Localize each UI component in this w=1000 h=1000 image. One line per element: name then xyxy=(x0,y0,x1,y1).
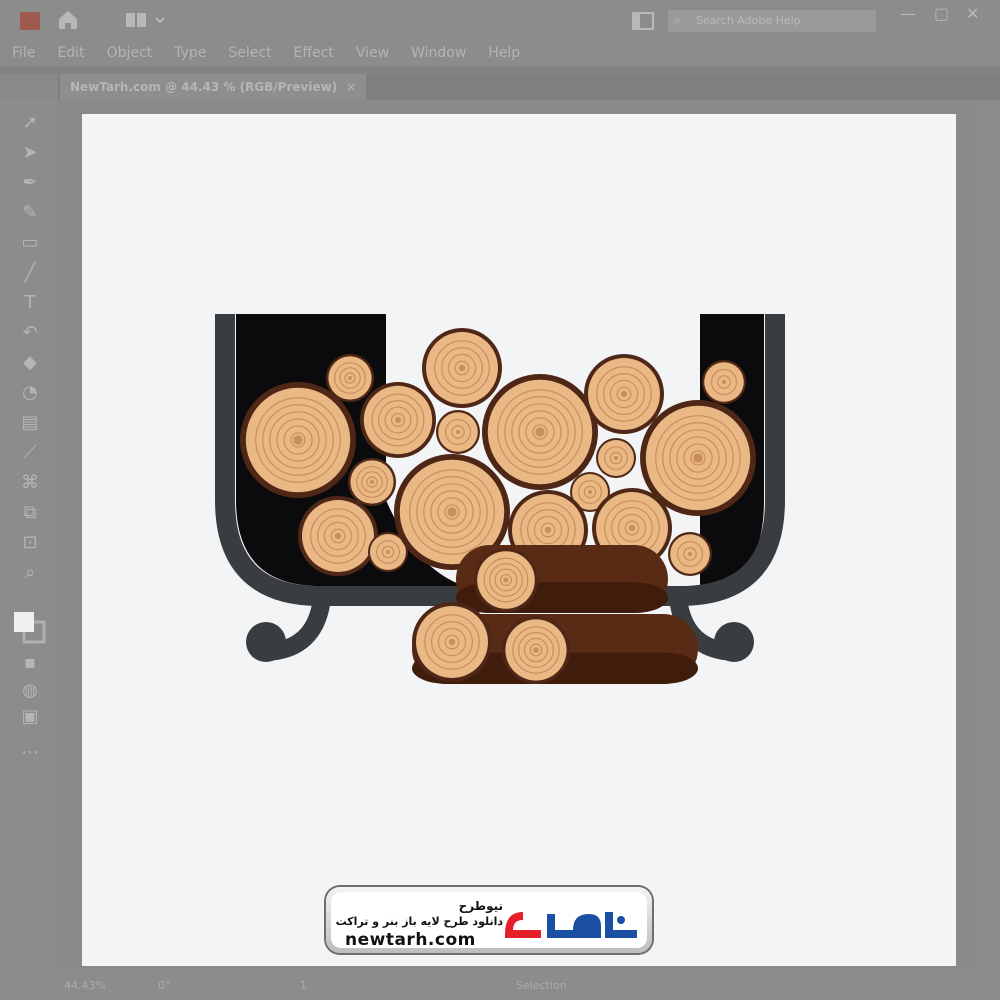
side-log-top-end xyxy=(474,548,538,612)
newtarh-logo-icon xyxy=(501,904,641,950)
side-log-bottom-end-1 xyxy=(412,602,492,682)
log-end-1 xyxy=(240,382,356,498)
log-end-7 xyxy=(584,354,664,434)
log-end-12 xyxy=(298,496,378,576)
side-log-bottom-end-2 xyxy=(502,616,570,684)
log-end-3 xyxy=(360,382,436,458)
basket-foot-ball-right xyxy=(714,622,754,662)
status-rotation[interactable]: 0° xyxy=(158,979,171,992)
log-end-11 xyxy=(348,458,396,506)
status-mode: Selection xyxy=(516,979,567,992)
log-end-8 xyxy=(596,438,636,478)
log-end-18 xyxy=(668,532,712,576)
watermark-plate: نیوطرح دانلود طرح لایه باز بنر و تراکت n… xyxy=(331,892,647,950)
basket-foot-ball-left xyxy=(246,622,286,662)
log-end-4 xyxy=(422,328,502,408)
log-end-10 xyxy=(702,360,746,404)
log-end-2 xyxy=(326,354,374,402)
watermark-tagline: دانلود طرح لایه باز بنر و تراکت xyxy=(335,915,503,928)
status-bar: 44.43% 0° 1 Selection xyxy=(0,970,1000,1000)
status-artboard[interactable]: 1 xyxy=(300,979,307,992)
watermark-brand: نیوطرح xyxy=(458,899,503,913)
firewood-basket-illustration xyxy=(215,314,785,684)
newtarh-watermark: نیوطرح دانلود طرح لایه باز بنر و تراکت n… xyxy=(326,887,652,953)
status-zoom[interactable]: 44.43% xyxy=(64,979,106,992)
watermark-url: newtarh.com xyxy=(345,930,476,950)
log-end-6 xyxy=(482,374,598,490)
log-end-5 xyxy=(436,410,480,454)
